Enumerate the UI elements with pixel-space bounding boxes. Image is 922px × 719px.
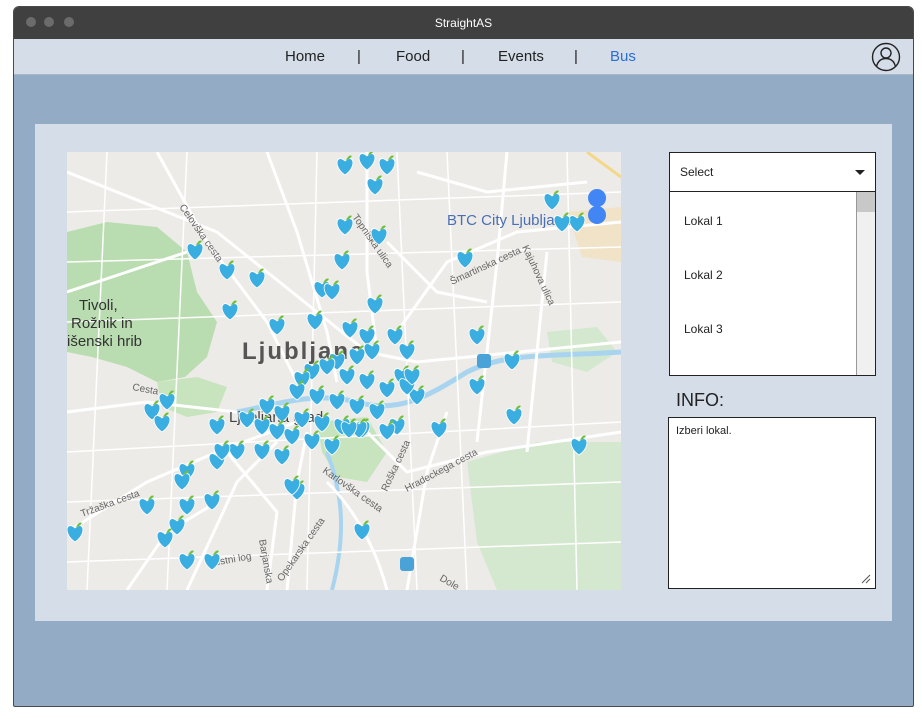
info-textarea[interactable]: Izberi lokal. — [668, 417, 876, 589]
location-list[interactable]: Lokal 1 Lokal 2 Lokal 3 — [669, 191, 876, 376]
content-panel: Tivoli, Rožnik in išenski hrib Ljubljana… — [35, 124, 892, 621]
nav-separator: | — [357, 48, 361, 65]
nav-separator: | — [461, 48, 465, 65]
map-label-btc: BTC City Ljubljana — [447, 212, 572, 229]
nav-food[interactable]: Food — [396, 39, 430, 75]
window-title: StraightAS — [434, 16, 493, 30]
app-window: StraightAS Home | Food | Events | Bus Ti… — [13, 6, 914, 707]
scrollbar-thumb[interactable] — [857, 192, 875, 212]
map-view[interactable]: Tivoli, Rožnik in išenski hrib Ljubljana… — [67, 152, 621, 590]
nav-bar: Home | Food | Events | Bus — [14, 39, 913, 75]
map-canvas: Tivoli, Rožnik in išenski hrib Ljubljana… — [67, 152, 621, 590]
location-select[interactable]: Select — [669, 152, 876, 192]
list-item-lokal-2[interactable]: Lokal 2 — [684, 268, 723, 282]
list-item-lokal-1[interactable]: Lokal 1 — [684, 214, 723, 228]
map-label-hrib: išenski hrib — [67, 333, 142, 350]
nav-separator: | — [574, 48, 578, 65]
chevron-down-icon — [855, 170, 865, 175]
select-label: Select — [680, 165, 714, 179]
list-scrollbar[interactable] — [856, 192, 875, 375]
nav-bus[interactable]: Bus — [610, 39, 636, 75]
map-label-roznik: Rožnik in — [71, 315, 133, 332]
resize-handle-icon[interactable] — [861, 574, 871, 584]
user-profile-icon[interactable] — [871, 42, 901, 72]
nav-events[interactable]: Events — [498, 39, 544, 75]
nav-home[interactable]: Home — [285, 39, 325, 75]
map-label-city: Ljubljana — [242, 338, 365, 365]
info-label: INFO: — [676, 390, 724, 410]
list-item-lokal-3[interactable]: Lokal 3 — [684, 322, 723, 336]
title-bar: StraightAS — [14, 7, 913, 39]
info-text: Izberi lokal. — [676, 425, 732, 437]
map-label-tivoli: Tivoli, — [79, 297, 118, 314]
